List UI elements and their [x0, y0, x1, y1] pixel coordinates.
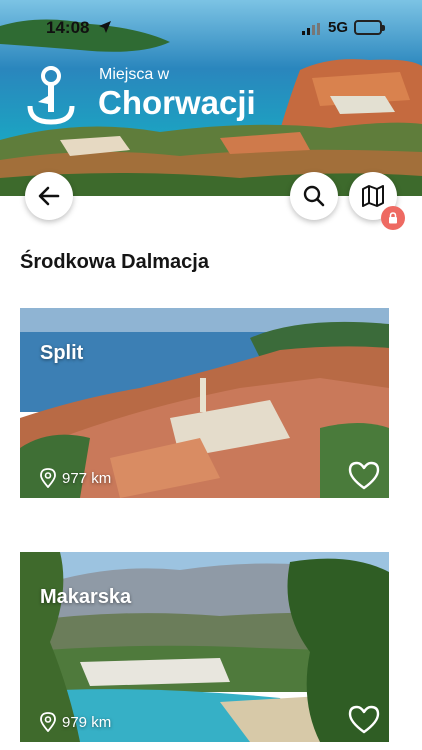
location-pin-icon — [40, 712, 56, 732]
header-title: Chorwacji — [98, 84, 256, 121]
place-name: Makarska — [40, 586, 132, 608]
location-pin-logo-icon — [27, 66, 75, 125]
cellular-signal-icon — [302, 22, 322, 40]
search-button[interactable] — [290, 172, 338, 220]
search-icon — [303, 185, 325, 207]
place-card-split[interactable]: Split 977 km — [20, 308, 389, 498]
header-photo: 14:08 5G Miejsca w Chorwacji — [0, 0, 422, 196]
battery-icon — [354, 20, 385, 35]
place-distance-value: 979 km — [62, 713, 112, 731]
map-icon — [362, 185, 384, 207]
back-button[interactable] — [25, 172, 73, 220]
network-type: 5G — [328, 19, 349, 36]
heart-icon[interactable] — [347, 704, 381, 734]
place-name: Split — [40, 342, 84, 364]
place-distance-value: 977 km — [62, 469, 112, 487]
heart-icon[interactable] — [347, 460, 381, 490]
section-title: Środkowa Dalmacja — [20, 251, 209, 273]
premium-lock-badge — [381, 206, 405, 230]
location-pin-icon — [40, 468, 56, 488]
status-time: 14:08 — [46, 18, 90, 37]
header-pretitle: Miejsca w — [99, 66, 170, 83]
place-distance: 977 km — [40, 468, 111, 488]
lock-icon — [389, 212, 397, 224]
place-distance: 979 km — [40, 712, 111, 732]
arrow-left-icon — [38, 186, 60, 206]
status-bar: 14:08 5G — [0, 18, 422, 40]
location-arrow-icon — [98, 20, 112, 39]
place-card-makarska[interactable]: Makarska 979 km — [20, 552, 389, 742]
